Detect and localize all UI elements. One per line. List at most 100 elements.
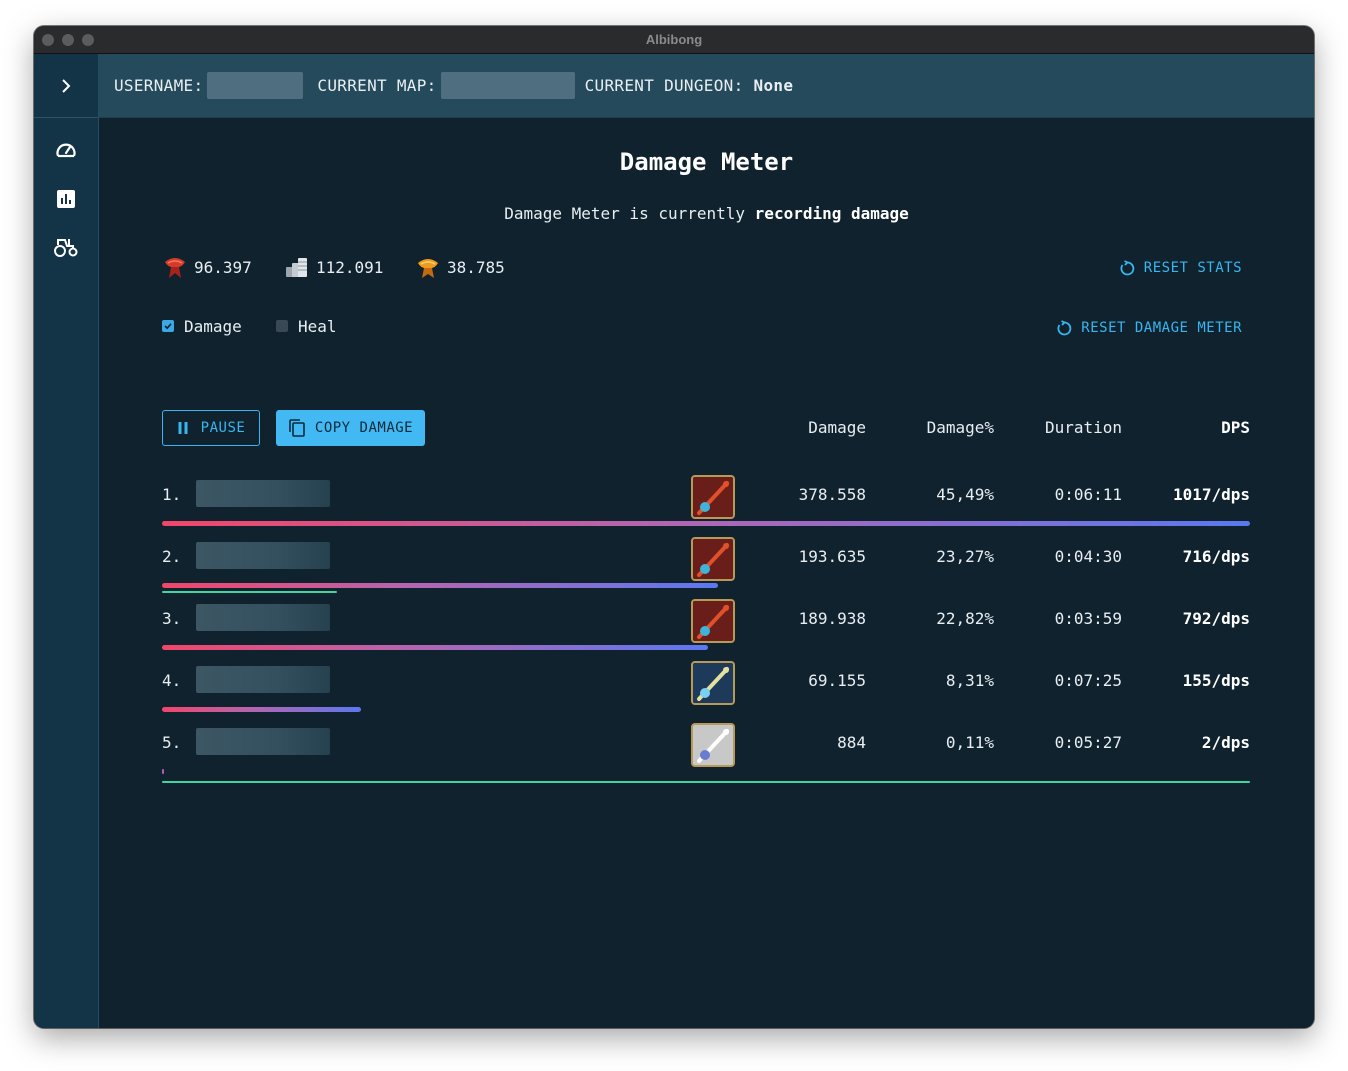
player-row[interactable]: 1. 378.558 45,49% 0:06:11 1017/dps: [162, 475, 1250, 537]
silver-icon: [286, 258, 307, 277]
column-header-damage: Damage: [808, 418, 866, 437]
copy-icon: [289, 419, 305, 437]
column-header-dps: DPS: [1221, 418, 1250, 437]
player-rank: 1.: [162, 485, 182, 504]
player-damage: 69.155: [808, 671, 866, 690]
chevron-right-icon: [62, 79, 71, 93]
player-duration: 0:05:27: [1054, 733, 1122, 752]
damage-filter-checkbox[interactable]: Damage: [162, 314, 242, 338]
reset-stats-button[interactable]: RESET STATS: [1119, 260, 1242, 276]
player-row[interactable]: 5. 884 0,11% 0:05:27 2/dps: [162, 723, 1250, 785]
player-rank: 2.: [162, 547, 182, 566]
dungeon-value: None: [753, 76, 794, 95]
player-rank: 4.: [162, 671, 182, 690]
pause-icon: [178, 422, 188, 434]
player-row[interactable]: 3. 189.938 22,82% 0:03:59 792/dps: [162, 599, 1250, 661]
fame-icon: [165, 258, 185, 278]
player-row[interactable]: 4. 69.155 8,31% 0:07:25 155/dps: [162, 661, 1250, 723]
app-window: Albibong USERNAME: CURRENT MAP: CURRENT …: [34, 26, 1314, 1028]
checkbox-unchecked-icon: [276, 320, 288, 332]
player-damage: 378.558: [798, 485, 866, 504]
damage-bar: [162, 707, 361, 712]
meter-status: Damage Meter is currently recording dama…: [99, 204, 1314, 223]
damage-bar: [162, 769, 164, 774]
silver-value: 112.091: [316, 257, 384, 277]
player-dps: 2/dps: [1201, 733, 1250, 752]
frost-staff-icon: [691, 661, 735, 705]
username-label: USERNAME:: [114, 76, 204, 95]
sidebar-toggle-area: [34, 54, 98, 118]
heal-filter-checkbox[interactable]: Heal: [276, 314, 337, 338]
dungeon-label: CURRENT DUNGEON:: [584, 76, 744, 95]
respec-counter: 38.785: [415, 252, 505, 282]
player-damage: 193.635: [798, 547, 866, 566]
fame-value: 96.397: [194, 257, 252, 277]
map-label: CURRENT MAP:: [317, 76, 437, 95]
player-duration: 0:06:11: [1054, 485, 1122, 504]
status-bar: USERNAME: CURRENT MAP: CURRENT DUNGEON: …: [99, 54, 1314, 118]
player-name-redacted: [196, 728, 330, 755]
column-header-damage-pct: Damage%: [926, 418, 994, 437]
player-rank: 3.: [162, 609, 182, 628]
damage-filter-label: Damage: [184, 316, 242, 336]
fire-staff-icon: [691, 475, 735, 519]
fame-counter: 96.397: [162, 252, 252, 282]
column-header-duration: Duration: [1044, 418, 1122, 437]
player-damage-pct: 45,49%: [936, 485, 994, 504]
pause-label: PAUSE: [200, 420, 246, 436]
player-duration: 0:03:59: [1054, 609, 1122, 628]
speedometer-icon: [56, 143, 76, 158]
reset-damage-meter-label: RESET DAMAGE METER: [1081, 320, 1242, 336]
username-value-redacted: [207, 72, 304, 99]
checkbox-checked-icon: [162, 320, 174, 332]
player-duration: 0:07:25: [1054, 671, 1122, 690]
page-title: Damage Meter: [619, 148, 794, 176]
reset-icon: [1120, 260, 1135, 276]
fire-staff-icon: [691, 537, 735, 581]
player-name-redacted: [196, 666, 330, 693]
player-name-redacted: [196, 604, 330, 631]
player-duration: 0:04:30: [1054, 547, 1122, 566]
damage-meter-page: Damage Meter Damage Meter is currently r…: [99, 118, 1314, 1028]
pause-button[interactable]: PAUSE: [162, 410, 260, 446]
reset-icon: [1057, 320, 1072, 336]
copy-damage-button[interactable]: COPY DAMAGE: [276, 410, 425, 446]
player-dps: 155/dps: [1182, 671, 1250, 690]
heal-bar: [162, 781, 1250, 783]
player-damage-pct: 23,27%: [936, 547, 994, 566]
player-damage: 884: [837, 733, 866, 752]
fire-staff-icon: [691, 599, 735, 643]
title-bar: Albibong: [34, 26, 1314, 54]
player-damage-pct: 22,82%: [936, 609, 994, 628]
heal-filter-label: Heal: [298, 316, 337, 336]
sidebar-item-farming[interactable]: [51, 232, 81, 262]
player-dps: 792/dps: [1182, 609, 1250, 628]
player-rank: 5.: [162, 733, 182, 752]
player-name-redacted: [196, 542, 330, 569]
damage-bar: [162, 645, 708, 650]
holy-staff-icon: [691, 723, 735, 767]
player-dps: 1017/dps: [1172, 485, 1250, 504]
copy-damage-label: COPY DAMAGE: [314, 420, 414, 436]
map-value-redacted: [440, 72, 575, 99]
respec-value: 38.785: [447, 257, 505, 277]
sidebar-item-damage-meter[interactable]: [51, 136, 81, 166]
respec-icon: [418, 259, 438, 278]
sidebar-item-statistics[interactable]: [51, 184, 81, 214]
player-row[interactable]: 2. 193.635 23,27% 0:04:30 716/dps: [162, 537, 1250, 599]
damage-bar: [162, 521, 1250, 526]
window-title: Albibong: [645, 32, 703, 47]
player-dps: 716/dps: [1182, 547, 1250, 566]
sidebar-toggle-button[interactable]: [51, 71, 81, 101]
player-damage-pct: 0,11%: [945, 733, 994, 752]
meter-status-value: recording damage: [754, 204, 909, 223]
reset-stats-label: RESET STATS: [1143, 260, 1242, 276]
player-damage-pct: 8,31%: [945, 671, 994, 690]
tractor-icon: [54, 239, 78, 257]
sidebar: [34, 54, 99, 1028]
damage-bar: [162, 583, 718, 588]
silver-counter: 112.091: [284, 252, 383, 282]
player-damage: 189.938: [798, 609, 866, 628]
reset-damage-meter-button[interactable]: RESET DAMAGE METER: [1056, 320, 1242, 336]
meter-status-prefix: Damage Meter is currently: [504, 204, 746, 223]
